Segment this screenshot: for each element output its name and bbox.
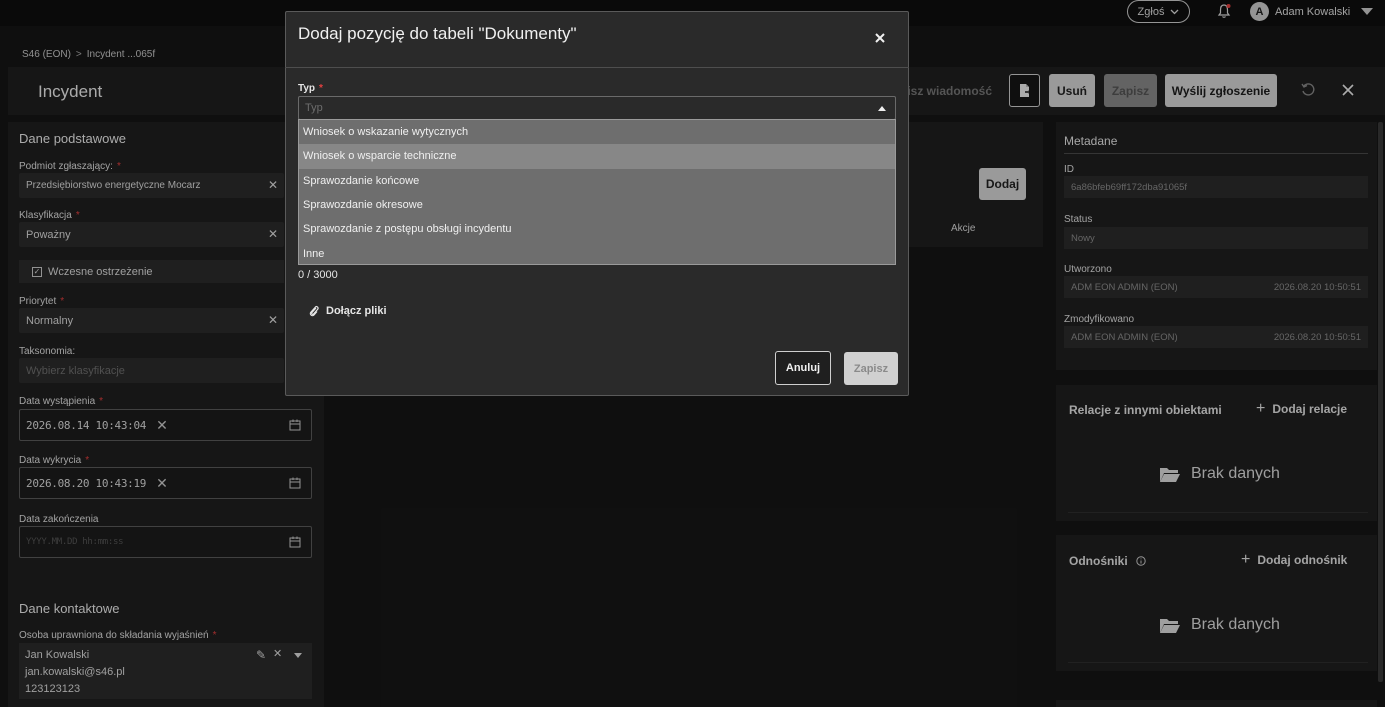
dropdown-option[interactable]: Wniosek o wsparcie techniczne [299,144,895,169]
dropdown-option[interactable]: Sprawozdanie z postępu obsługi incydentu [299,217,895,241]
modal-title: Dodaj pozycję do tabeli "Dokumenty" [298,24,577,43]
divider [285,67,909,68]
type-dropdown-list: Wniosek o wskazanie wytycznych Wniosek o… [298,119,896,265]
dropdown-option[interactable]: Sprawozdanie końcowe [299,169,895,193]
close-icon[interactable] [873,31,887,45]
dropdown-option[interactable]: Wniosek o wskazanie wytycznych [299,120,895,144]
type-select[interactable]: Typ [298,96,896,120]
type-placeholder: Typ [305,102,323,114]
chevron-up-icon[interactable] [878,106,886,111]
paperclip-icon [309,305,319,317]
dropdown-option[interactable]: Inne [299,241,895,265]
modal-save-button[interactable]: Zapisz [844,352,898,385]
char-counter: 0 / 3000 [298,269,338,281]
dropdown-option[interactable]: Sprawozdanie okresowe [299,193,895,217]
cancel-button[interactable]: Anuluj [775,351,831,385]
attach-files-label: Dołącz pliki [326,304,387,317]
attach-files-button[interactable]: Dołącz pliki [308,304,387,317]
type-label: Typ * [298,83,323,94]
